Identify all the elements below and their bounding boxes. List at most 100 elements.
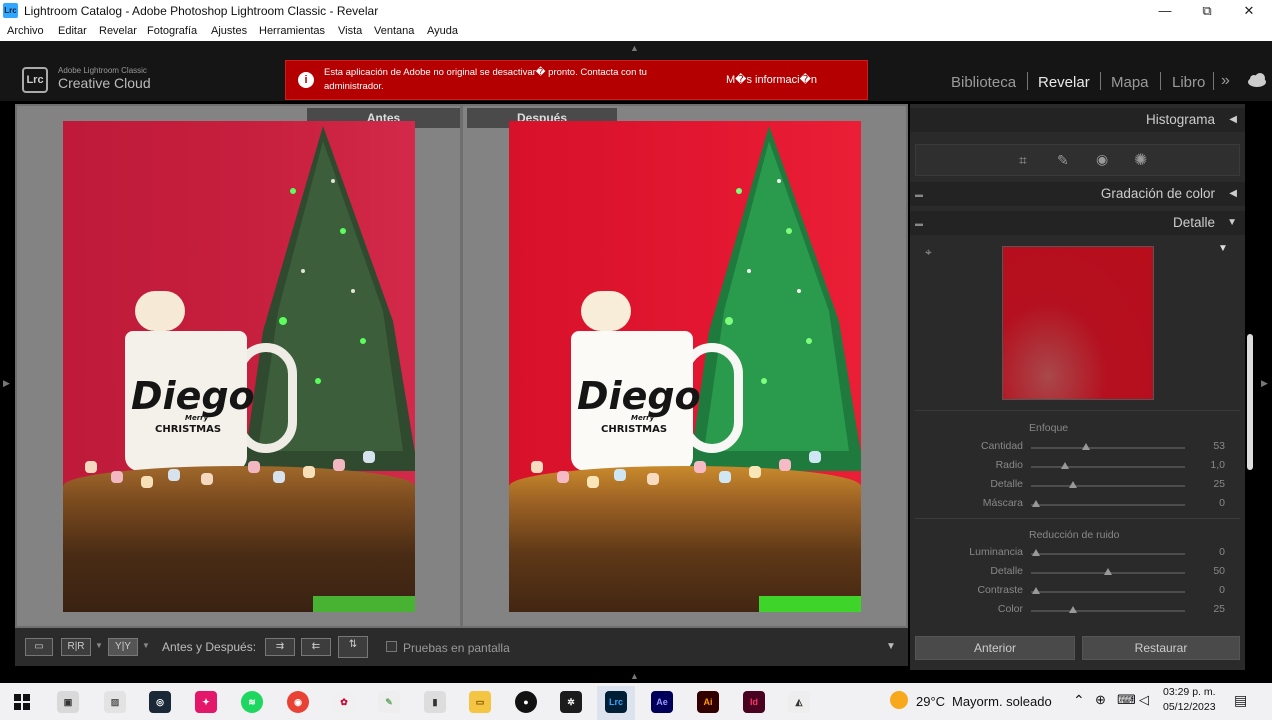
sharpen-slider-track[interactable] [1031,466,1185,468]
previous-button[interactable]: Anterior [915,636,1075,660]
module-mapa[interactable]: Mapa [1111,74,1149,91]
copy-after-to-before-button[interactable]: ⇉ [265,638,295,656]
noise-slider-track[interactable] [1031,610,1185,612]
module-biblioteca[interactable]: Biblioteca [951,74,1016,91]
before-after-lr-button[interactable]: R|R [61,638,91,656]
noise-slider-knob[interactable] [1031,587,1040,594]
obs-icon[interactable]: ● [515,691,537,713]
before-after-yy-button[interactable]: Y|Y [108,638,138,656]
notes-app-icon[interactable]: ▮ [424,691,446,713]
sharpen-slider-knob[interactable] [1068,481,1077,488]
left-panel-toggle-icon[interactable]: ▶ [3,378,10,389]
chrome-icon[interactable]: ◉ [287,691,309,713]
filmstrip-toggle-icon[interactable]: ▲ [630,671,639,681]
dropdown-arrow-icon[interactable]: ▼ [95,641,103,650]
detail-header[interactable]: ▬ Detalle ▼ [910,211,1245,235]
noise-slider-value[interactable]: 0 [1219,546,1225,558]
noise-slider-row[interactable]: Contraste 0 [910,582,1245,601]
start-icon[interactable] [14,694,30,710]
volume-icon[interactable]: ◁ [1139,692,1149,708]
sharpen-slider-knob[interactable] [1060,462,1069,469]
copy-before-to-after-button[interactable]: ⇇ [301,638,331,656]
dropdown-arrow-icon[interactable]: ▼ [142,641,150,650]
close-button[interactable]: ✕ [1229,2,1269,20]
color-grading-header[interactable]: ▬ Gradación de color ◀ [910,182,1245,206]
swap-settings-button[interactable]: ⇅ [338,636,368,658]
sharpen-slider-track[interactable] [1031,485,1185,487]
crop-tool-icon[interactable]: ⌗ [1019,152,1027,169]
draw-app-icon[interactable]: ✿ [333,691,355,713]
module-revelar[interactable]: Revelar [1038,74,1090,91]
photos-app-icon[interactable]: ▨ [104,691,126,713]
design-app-icon[interactable]: ✦ [195,691,217,713]
detail-preview[interactable] [1002,246,1154,400]
file-explorer-icon[interactable]: ▭ [469,691,491,713]
menu-vista[interactable]: Vista [338,25,362,37]
sharpen-slider-knob[interactable] [1082,443,1091,450]
noise-slider-knob[interactable] [1031,549,1040,556]
noise-slider-knob[interactable] [1104,568,1112,575]
sharpen-slider-value[interactable]: 1,0 [1210,459,1225,471]
after-photo[interactable]: Diego Merry CHRISTMAS [509,121,861,612]
before-pane[interactable]: Antes Diego Merry CHRISTMAS [17,106,460,626]
sharpen-slider-value[interactable]: 0 [1219,497,1225,509]
toolbar-menu-icon[interactable]: ▼ [886,641,896,652]
steam-icon[interactable]: ◎ [149,691,171,713]
sharpen-slider-row[interactable]: Máscara 0 [910,495,1245,514]
sharpen-slider-track[interactable] [1031,447,1185,449]
paint-app-icon[interactable]: ✎ [378,691,400,713]
noise-slider-track[interactable] [1031,553,1185,555]
histogram-header[interactable]: Histograma ◀ [910,108,1245,132]
module-libro[interactable]: Libro [1172,74,1205,91]
healing-tool-icon[interactable]: ✎ [1057,152,1069,169]
tray-overflow-icon[interactable]: ⌃ [1073,692,1085,709]
indesign-icon[interactable]: Id [743,691,765,713]
sharpen-slider-track[interactable] [1031,504,1185,506]
panel-scrollbar[interactable] [1247,334,1253,470]
illustrator-icon[interactable]: Ai [697,691,719,713]
network-icon[interactable]: ⌨ [1117,692,1136,708]
target-adjust-icon[interactable]: ⌖ [925,245,932,260]
preview-menu-icon[interactable]: ▼ [1218,243,1228,254]
menu-ventana[interactable]: Ventana [374,25,414,37]
collapse-left-icon[interactable]: ◀ [1229,108,1237,132]
collapse-down-icon[interactable]: ▼ [1227,211,1237,235]
noise-slider-knob[interactable] [1068,606,1077,613]
minimize-button[interactable]: — [1145,2,1185,20]
right-panel-toggle-icon[interactable]: ▶ [1261,378,1268,389]
clock-date[interactable]: 05/12/2023 [1163,701,1216,713]
collapse-left-icon[interactable]: ◀ [1229,182,1237,206]
noise-slider-row[interactable]: Detalle 50 [910,563,1245,582]
menu-revelar[interactable]: Revelar [99,25,137,37]
sharpen-slider-row[interactable]: Radio 1,0 [910,457,1245,476]
sharpen-slider-value[interactable]: 53 [1213,440,1225,452]
more-info-link[interactable]: M�s informaci�n [726,73,817,86]
before-photo[interactable]: Diego Merry CHRISTMAS [63,121,415,612]
loupe-view-button[interactable]: ▭ [25,638,53,656]
sharpen-slider-value[interactable]: 25 [1213,478,1225,490]
tray-app-icon[interactable]: ⊕ [1095,692,1106,708]
menu-ajustes[interactable]: Ajustes [211,25,247,37]
weather-desc[interactable]: Mayorm. soleado [952,694,1052,709]
menu-fotografia[interactable]: Fotografía [147,25,197,37]
spotify-icon[interactable]: ≋ [241,691,263,713]
maximize-button[interactable]: ⧉ [1187,2,1227,20]
weather-temp[interactable]: 29°C [916,694,945,709]
reset-button[interactable]: Restaurar [1082,636,1240,660]
notification-icon[interactable]: ▤ [1234,692,1247,709]
resolve-icon[interactable]: ✲ [560,691,582,713]
top-panel-toggle-icon[interactable]: ▲ [630,43,639,53]
softproof-checkbox[interactable] [386,641,397,652]
after-pane[interactable]: Después Diego Merry CHRISTMAS [463,106,906,626]
noise-slider-value[interactable]: 50 [1213,565,1225,577]
menu-ayuda[interactable]: Ayuda [427,25,458,37]
masking-tool-icon[interactable]: ✺ [1134,150,1147,170]
noise-slider-track[interactable] [1031,591,1185,593]
after-effects-icon[interactable]: Ae [651,691,673,713]
menu-archivo[interactable]: Archivo [7,25,44,37]
panel-toggle-switch-icon[interactable]: ▬ [915,212,923,236]
menu-editar[interactable]: Editar [58,25,87,37]
task-view-icon[interactable]: ▣ [57,691,79,713]
noise-slider-row[interactable]: Color 25 [910,601,1245,620]
clock-time[interactable]: 03:29 p. m. [1163,686,1216,698]
